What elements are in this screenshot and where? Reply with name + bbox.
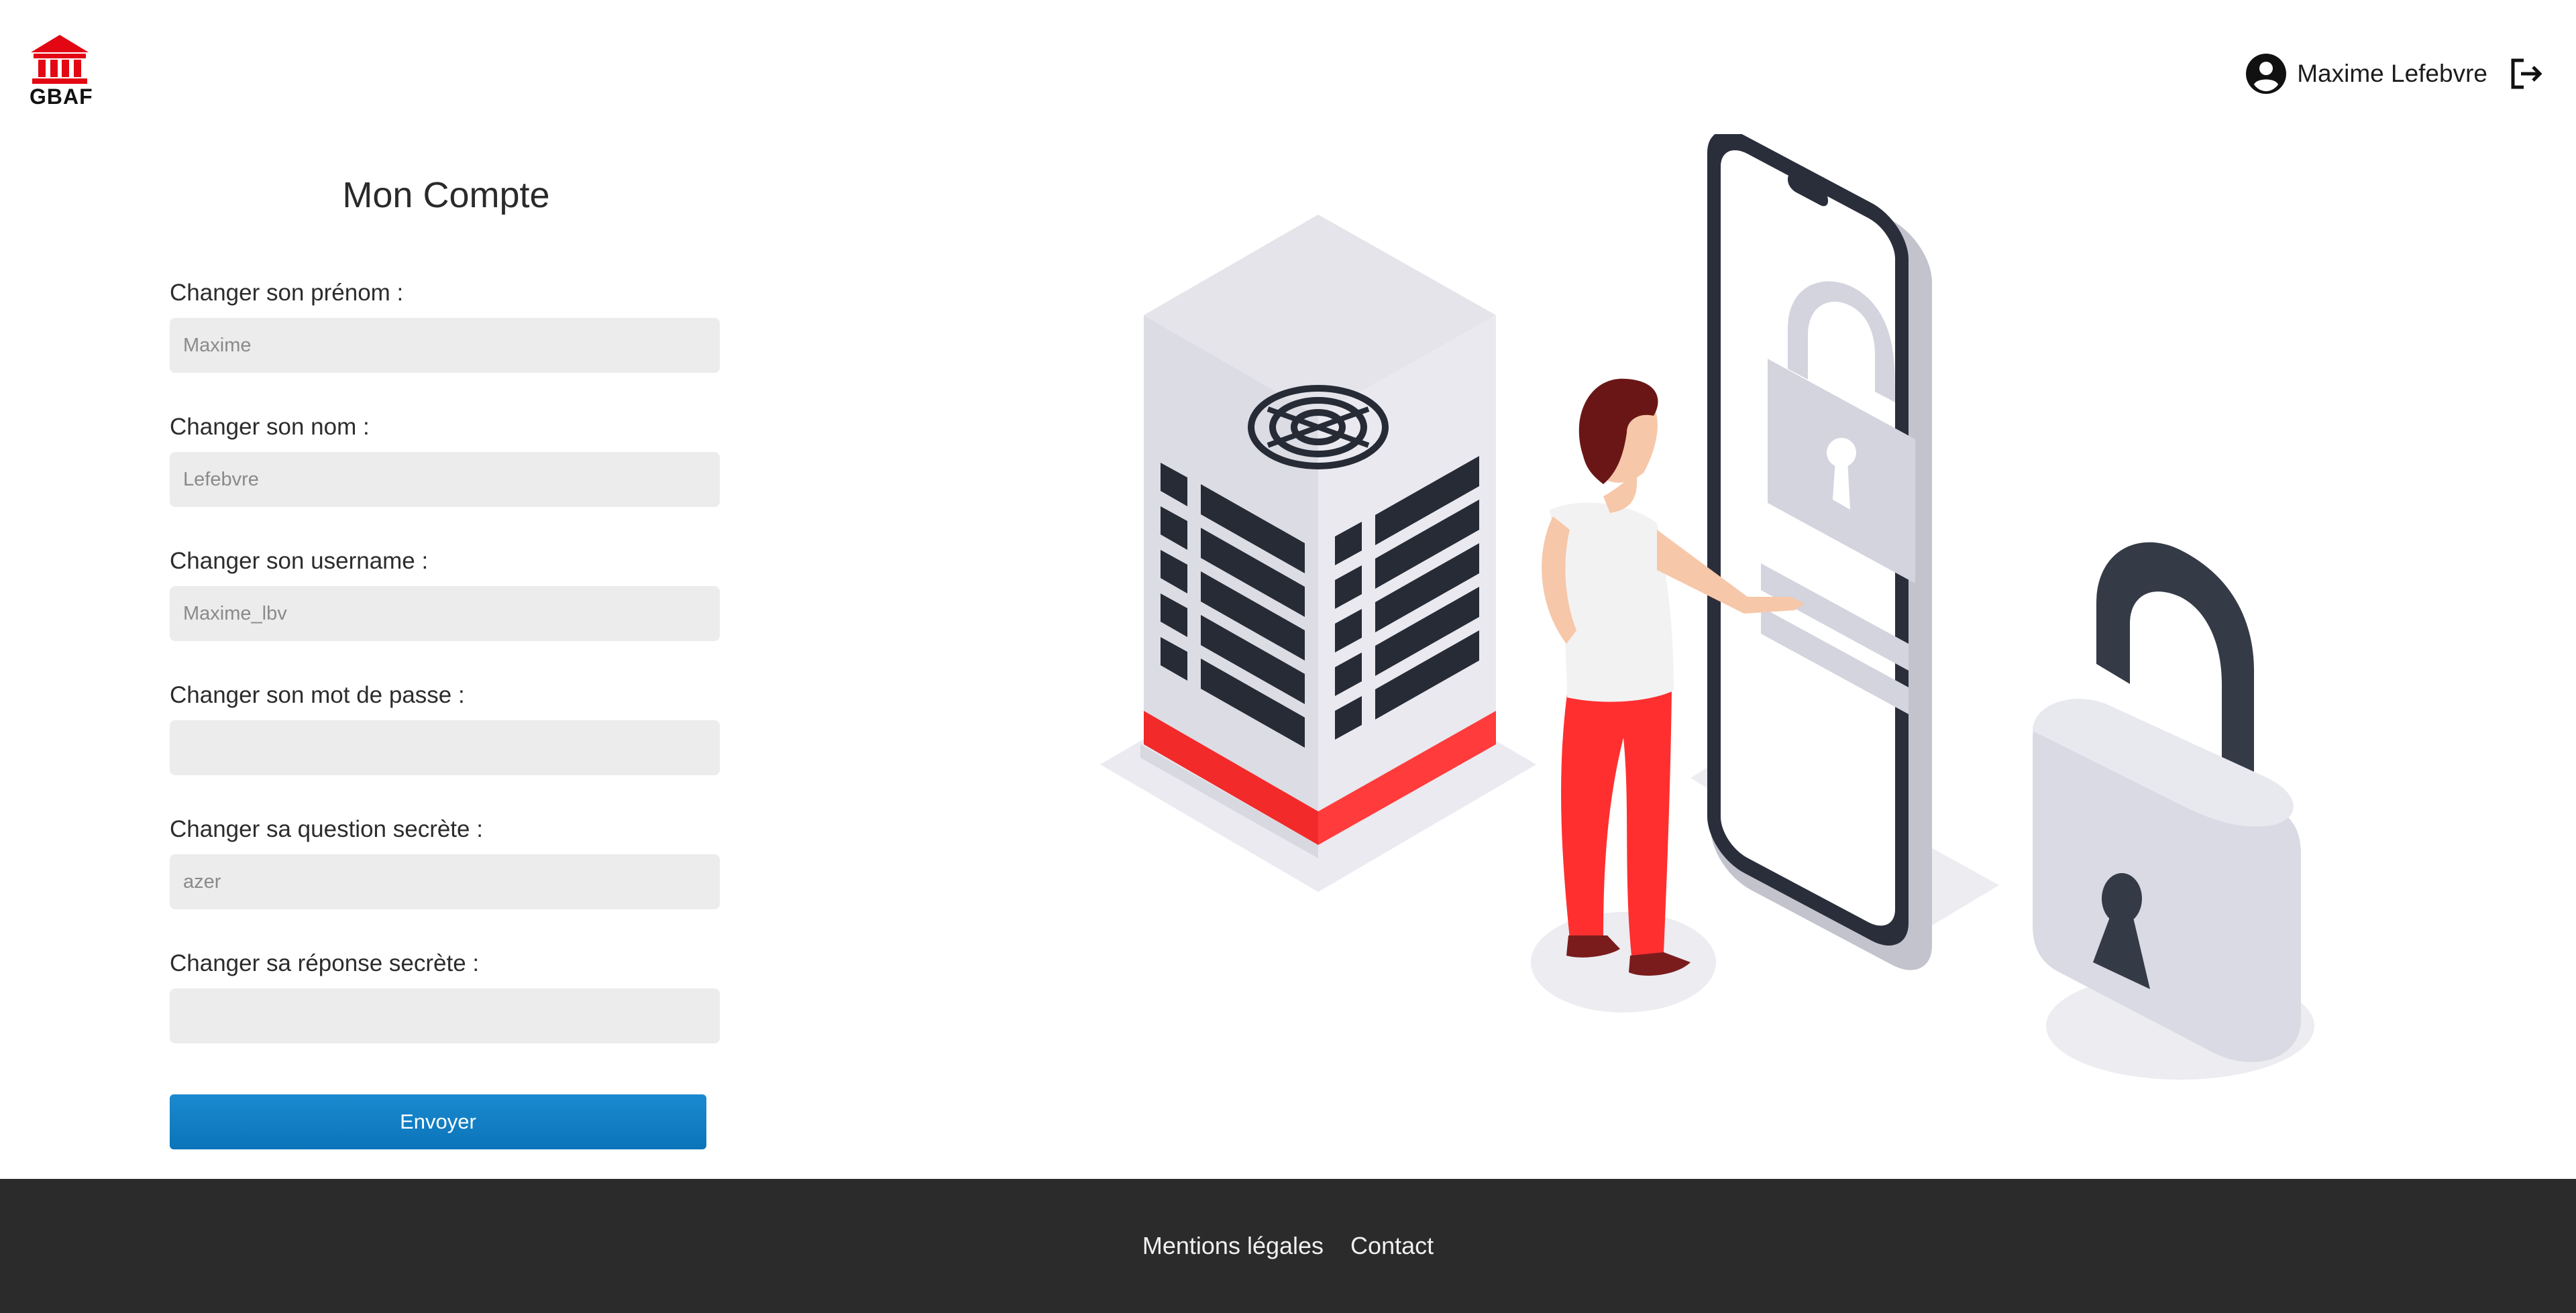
user-name: Maxime Lefebvre	[2297, 60, 2487, 87]
logo-text: GBAF	[30, 84, 93, 109]
last-name-group: Changer son nom :	[170, 410, 720, 507]
username-label: Changer son username :	[170, 548, 429, 574]
first-name-label: Changer son prénom :	[170, 280, 404, 306]
secret-question-group: Changer sa question secrète :	[170, 813, 720, 909]
secret-question-label: Changer sa question secrète :	[170, 816, 483, 842]
first-name-input[interactable]	[170, 318, 720, 373]
building-illustration	[1100, 215, 1536, 892]
security-illustration	[1100, 134, 2314, 1080]
page-title: Mon Compte	[342, 175, 550, 215]
user-menu: Maxime Lefebvre	[2245, 47, 2544, 101]
last-name-input[interactable]	[170, 452, 720, 507]
submit-button[interactable]: Envoyer	[170, 1094, 706, 1149]
secret-answer-label: Changer sa réponse secrète :	[170, 950, 480, 976]
username-input[interactable]	[170, 586, 720, 641]
logout-icon[interactable]	[2509, 56, 2544, 91]
password-group: Changer son mot de passe :	[170, 679, 720, 775]
legal-notice-link[interactable]: Mentions légales	[1142, 1232, 1324, 1260]
username-group: Changer son username :	[170, 545, 720, 641]
gbaf-logo[interactable]: GBAF	[30, 34, 93, 109]
last-name-label: Changer son nom :	[170, 414, 370, 440]
first-name-group: Changer son prénom :	[170, 276, 720, 373]
padlock-illustration	[2033, 542, 2314, 1080]
phone-illustration	[1690, 134, 1999, 970]
secret-question-input[interactable]	[170, 854, 720, 909]
account-circle-icon[interactable]	[2245, 52, 2288, 95]
password-label: Changer son mot de passe :	[170, 682, 465, 708]
contact-link[interactable]: Contact	[1350, 1232, 1434, 1260]
secret-answer-group: Changer sa réponse secrète :	[170, 947, 720, 1043]
bank-icon	[31, 35, 89, 84]
footer: Mentions légales Contact	[0, 1179, 2576, 1313]
secret-answer-input[interactable]	[170, 988, 720, 1043]
password-input[interactable]	[170, 720, 720, 775]
